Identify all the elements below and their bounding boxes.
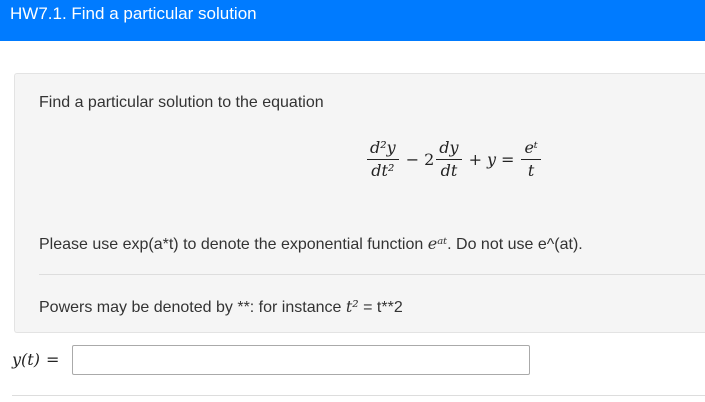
answer-input[interactable] (72, 345, 530, 375)
plus-operator: + (468, 149, 482, 169)
exponential-note-math: eᵃᵗ (427, 234, 448, 253)
rhs-fraction: eᵗ t (521, 138, 541, 180)
powers-note: Powers may be denoted by **: for instanc… (39, 297, 403, 317)
y-term: y (486, 149, 497, 169)
page-header: HW7.1. Find a particular solution (0, 0, 705, 41)
answer-label: y(t) = (12, 350, 59, 369)
second-derivative-denominator: dt² (371, 160, 395, 180)
powers-note-suffix: = t**2 (358, 299, 403, 316)
first-derivative-fraction: dy dt (436, 138, 462, 180)
rhs-denominator: t (527, 160, 535, 180)
question-title: HW7.1. Find a particular solution (10, 4, 257, 23)
exponential-note: Please use exp(a*t) to denote the expone… (39, 234, 583, 254)
differential-equation: d²y dt² − 2 dy dt + y = eᵗ t (365, 129, 543, 189)
rhs-numerator: eᵗ (521, 138, 541, 160)
powers-note-math: t² (345, 297, 359, 316)
answer-equals: = (45, 350, 60, 369)
first-derivative-denominator: dt (440, 160, 458, 180)
card-divider (39, 274, 705, 275)
exponential-note-prefix: Please use exp(a*t) to denote the expone… (39, 236, 428, 253)
second-derivative-fraction: d²y dt² (367, 138, 399, 180)
exponential-note-suffix: . Do not use e^(at). (447, 236, 583, 253)
first-derivative-numerator: dy (436, 138, 462, 160)
powers-note-prefix: Powers may be denoted by **: for instanc… (39, 299, 346, 316)
coefficient-two: 2 (424, 149, 435, 169)
bottom-divider (12, 395, 705, 396)
equals-operator: = (501, 149, 515, 169)
answer-label-text: y(t) (12, 350, 40, 369)
second-derivative-numerator: d²y (367, 138, 399, 160)
minus-operator: − (405, 149, 420, 169)
question-prompt: Find a particular solution to the equati… (39, 94, 324, 111)
question-card: Find a particular solution to the equati… (14, 73, 705, 333)
